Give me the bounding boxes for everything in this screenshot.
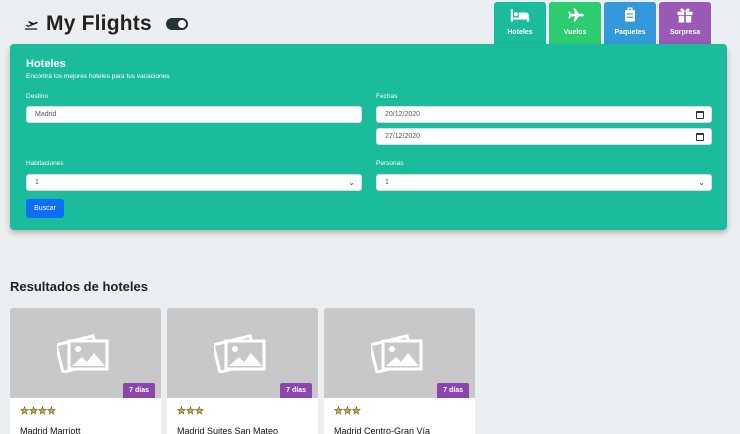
habitaciones-label: Habitaciones <box>26 160 64 167</box>
hotel-card[interactable]: 7 días ★★★ Madrid Suites San Mateo <box>167 308 318 434</box>
buscar-button[interactable]: Buscar <box>26 199 64 218</box>
hotel-search-panel: Hoteles Encontrá los mejores hoteles par… <box>10 44 727 230</box>
personas-label: Personas <box>376 160 404 167</box>
fechas-label: Fechas <box>376 93 398 100</box>
tab-paquetes[interactable]: Paquetes <box>604 2 656 44</box>
hotel-image-placeholder: 7 días <box>167 308 318 398</box>
tab-vuelos-label: Vuelos <box>563 29 587 36</box>
hotel-name: Madrid Marriott <box>20 426 81 434</box>
airplane-icon <box>568 8 584 22</box>
hotel-name: Madrid Suites San Mateo <box>177 426 279 434</box>
hotel-card[interactable]: 7 días ★★★★ Madrid Marriott <box>10 308 161 434</box>
personas-value: 1 <box>385 179 389 186</box>
search-title: Hoteles <box>26 58 66 70</box>
image-placeholder-icon <box>371 334 423 373</box>
category-tabs: Hoteles Vuelos Paquetes Sorpresa <box>494 2 711 46</box>
star-rating: ★★★ <box>177 406 204 418</box>
image-placeholder-icon <box>57 334 109 373</box>
results-title: Resultados de hoteles <box>10 279 148 294</box>
duration-badge: 7 días <box>280 383 312 398</box>
toggle-knob <box>177 20 186 28</box>
chevron-down-icon: ⌄ <box>348 178 355 187</box>
duration-badge: 7 días <box>437 383 469 398</box>
habitaciones-select[interactable]: 1 ⌄ <box>26 174 362 191</box>
destino-value: Madrid <box>35 111 57 118</box>
fecha-desde-value: 20/12/2020 <box>385 111 421 118</box>
fecha-desde-input[interactable]: 20/12/2020 <box>376 106 712 123</box>
tab-hoteles[interactable]: Hoteles <box>494 2 546 46</box>
destino-input[interactable]: Madrid <box>26 106 362 123</box>
chevron-down-icon: ⌄ <box>698 178 705 187</box>
hotel-image-placeholder: 7 días <box>10 308 161 398</box>
calendar-icon[interactable] <box>696 133 704 141</box>
tab-sorpresa[interactable]: Sorpresa <box>659 2 711 44</box>
fecha-hasta-value: 27/12/2020 <box>385 133 421 140</box>
duration-badge: 7 días <box>123 383 155 398</box>
image-placeholder-icon <box>214 334 266 373</box>
habitaciones-value: 1 <box>35 179 39 186</box>
personas-select[interactable]: 1 ⌄ <box>376 174 712 191</box>
tab-hoteles-label: Hoteles <box>507 29 533 36</box>
theme-toggle[interactable] <box>165 18 188 30</box>
search-subtitle: Encontrá los mejores hoteles para tus va… <box>26 73 170 80</box>
hotel-image-placeholder: 7 días <box>324 308 475 398</box>
tab-paquetes-label: Paquetes <box>614 29 646 36</box>
star-rating: ★★★★ <box>20 406 56 418</box>
star-rating: ★★★ <box>334 406 361 418</box>
plane-departure-icon <box>24 21 38 30</box>
luggage-icon <box>625 7 635 22</box>
fecha-hasta-input[interactable]: 27/12/2020 <box>376 128 712 145</box>
gift-icon <box>677 8 693 23</box>
app-brand[interactable]: My Flights <box>24 10 188 38</box>
destino-label: Destino <box>26 93 49 100</box>
calendar-icon[interactable] <box>696 111 704 119</box>
hotel-card[interactable]: 7 días ★★★ Madrid Centro-Gran Vía <box>324 308 475 434</box>
tab-sorpresa-label: Sorpresa <box>669 29 701 36</box>
bed-icon <box>510 9 530 22</box>
hotel-name: Madrid Centro-Gran Vía <box>334 426 431 434</box>
app-title: My Flights <box>46 12 152 35</box>
tab-vuelos[interactable]: Vuelos <box>549 2 601 44</box>
